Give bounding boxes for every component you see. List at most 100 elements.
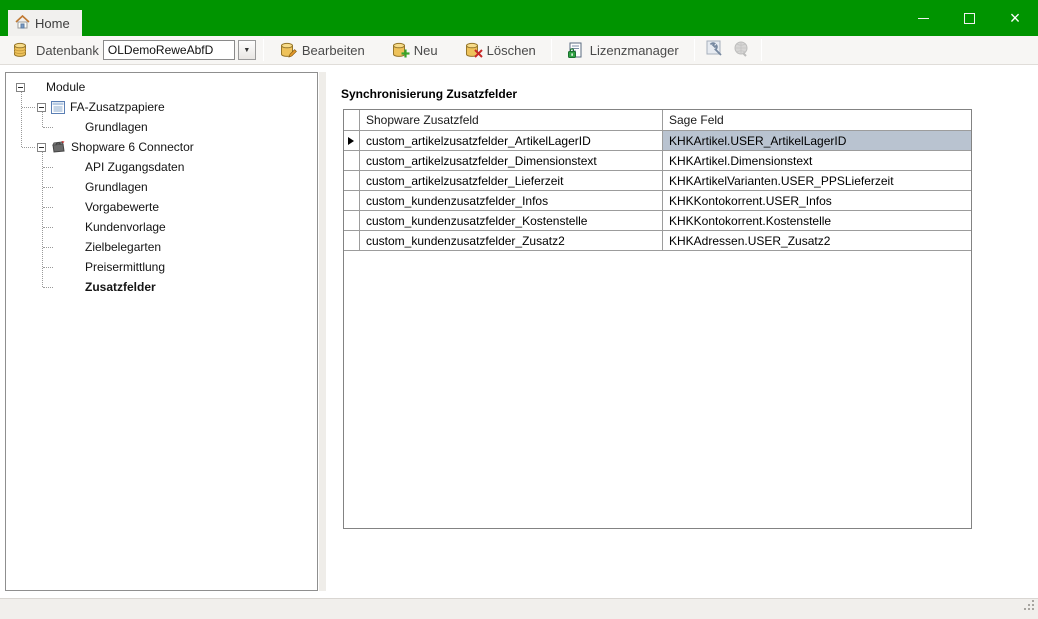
row-selector[interactable]: [344, 211, 360, 230]
cell-sage[interactable]: KHKKontokorrent.USER_Infos: [663, 191, 971, 210]
bearbeiten-label: Bearbeiten: [302, 43, 365, 58]
cell-shopware[interactable]: custom_artikelzusatzfelder_ArtikelLagerI…: [360, 131, 663, 150]
cell-shopware[interactable]: custom_kundenzusatzfelder_Zusatz2: [360, 231, 663, 250]
tab-home-label: Home: [35, 16, 70, 31]
tree-item-grundlagen-fa[interactable]: Grundlagen: [6, 117, 317, 137]
tree-item-label: Kundenvorlage: [85, 220, 166, 234]
column-header-sage[interactable]: Sage Feld: [663, 110, 971, 130]
tree-item-zielbelegarten[interactable]: Zielbelegarten: [6, 237, 317, 257]
cell-shopware[interactable]: custom_kundenzusatzfelder_Infos: [360, 191, 663, 210]
tree-item-label: API Zugangsdaten: [85, 160, 184, 174]
sync-zusatzfelder-grid: Shopware Zusatzfeld Sage Feld custom_art…: [343, 109, 972, 529]
table-row[interactable]: custom_kundenzusatzfelder_Kostenstelle K…: [344, 211, 971, 231]
row-selector-header: [344, 110, 360, 130]
tree-item-label: FA-Zusatzpapiere: [70, 100, 165, 114]
delete-x-icon: [474, 46, 483, 61]
tab-home[interactable]: Home: [8, 10, 82, 36]
collapse-minus-icon[interactable]: [37, 143, 46, 152]
lizenzmanager-label: Lizenzmanager: [590, 43, 679, 58]
collapse-minus-icon[interactable]: [37, 103, 46, 112]
tree-item-vorgabewerte[interactable]: Vorgabewerte: [6, 197, 317, 217]
table-row[interactable]: custom_kundenzusatzfelder_Zusatz2 KHKAdr…: [344, 231, 971, 251]
neu-label: Neu: [414, 43, 438, 58]
selected-row-arrow-icon: [348, 137, 354, 145]
content-area: Module FA-Zusatzpapiere Grundlagen: [0, 66, 1038, 598]
bearbeiten-button[interactable]: Bearbeiten: [271, 39, 373, 62]
cell-sage[interactable]: KHKArtikelVarianten.USER_PPSLieferzeit: [663, 171, 971, 190]
tree-item-label: Zusatzfelder: [85, 280, 156, 294]
tree-item-zusatzfelder-selected[interactable]: Zusatzfelder: [6, 277, 317, 297]
chevron-down-icon: ▼: [243, 47, 250, 54]
tree-item-label: Vorgabewerte: [85, 200, 159, 214]
module-tree-panel: Module FA-Zusatzpapiere Grundlagen: [5, 72, 318, 591]
window-controls: ×: [900, 0, 1038, 36]
datenbank-label: Datenbank: [36, 43, 99, 58]
row-selector[interactable]: [344, 191, 360, 210]
minimize-icon: [918, 18, 929, 19]
toolbar-separator: [551, 39, 552, 61]
cell-sage-selected[interactable]: KHKArtikel.USER_ArtikelLagerID: [663, 131, 971, 150]
datenbank-label-group: Datenbank: [0, 42, 99, 59]
maximize-icon: [964, 13, 975, 24]
toolbar-separator: [694, 39, 695, 61]
cell-shopware[interactable]: custom_artikelzusatzfelder_Lieferzeit: [360, 171, 663, 190]
tree-item-label: Zielbelegarten: [85, 240, 161, 254]
column-header-shopware[interactable]: Shopware Zusatzfeld: [360, 110, 663, 130]
collapse-minus-icon[interactable]: [16, 83, 25, 92]
tree-item-api-zugangsdaten[interactable]: API Zugangsdaten: [6, 157, 317, 177]
row-selector[interactable]: [344, 131, 360, 150]
tree-item-label: Grundlagen: [85, 120, 148, 134]
cell-shopware[interactable]: custom_kundenzusatzfelder_Kostenstelle: [360, 211, 663, 230]
cell-sage[interactable]: KHKKontokorrent.Kostenstelle: [663, 211, 971, 230]
page-title: Synchronisierung Zusatzfelder: [341, 87, 517, 101]
toolbar-separator: [761, 39, 762, 61]
wrench-icon: [706, 40, 724, 61]
tree-item-label: Shopware 6 Connector: [71, 140, 194, 154]
home-icon: [15, 15, 30, 32]
grid-header-row: Shopware Zusatzfeld Sage Feld: [344, 110, 971, 131]
pencil-icon: [288, 46, 298, 61]
table-row[interactable]: custom_artikelzusatzfelder_Dimensionstex…: [344, 151, 971, 171]
tree-item-grundlagen-shopware[interactable]: Grundlagen: [6, 177, 317, 197]
tree-item-label: Preisermittlung: [85, 260, 165, 274]
status-bar: [0, 598, 1038, 619]
titlebar: Home ×: [0, 0, 1038, 36]
tree-item-shopware-6-connector[interactable]: Shopware 6 Connector: [6, 137, 317, 157]
database-icon: [12, 42, 29, 59]
lizenzmanager-button[interactable]: Lizenzmanager: [559, 39, 687, 62]
table-row[interactable]: custom_kundenzusatzfelder_Infos KHKKonto…: [344, 191, 971, 211]
row-selector[interactable]: [344, 171, 360, 190]
tree-item-fa-zusatzpapiere[interactable]: FA-Zusatzpapiere: [6, 97, 317, 117]
cell-shopware[interactable]: custom_artikelzusatzfelder_Dimensionstex…: [360, 151, 663, 170]
database-add-icon: [391, 42, 408, 59]
maximize-button[interactable]: [946, 0, 992, 36]
toolbar-separator: [263, 39, 264, 61]
help-globe-button[interactable]: [728, 38, 754, 62]
panel-splitter[interactable]: [319, 72, 326, 591]
tree-item-module[interactable]: Module: [6, 77, 317, 97]
close-button[interactable]: ×: [992, 0, 1038, 36]
database-delete-icon: [464, 42, 481, 59]
loeschen-button[interactable]: Löschen: [456, 39, 544, 62]
datenbank-dropdown-button[interactable]: ▼: [238, 40, 256, 60]
row-selector[interactable]: [344, 231, 360, 250]
tree-item-label: Module: [46, 80, 85, 94]
tree-item-kundenvorlage[interactable]: Kundenvorlage: [6, 217, 317, 237]
globe-icon: [732, 40, 750, 61]
options-wrench-button[interactable]: [702, 38, 728, 62]
neu-button[interactable]: Neu: [383, 39, 446, 62]
loeschen-label: Löschen: [487, 43, 536, 58]
license-document-icon: [567, 42, 584, 59]
database-edit-icon: [279, 42, 296, 59]
cell-sage[interactable]: KHKAdressen.USER_Zusatz2: [663, 231, 971, 250]
cell-sage[interactable]: KHKArtikel.Dimensionstext: [663, 151, 971, 170]
minimize-button[interactable]: [900, 0, 946, 36]
plus-icon: [401, 46, 410, 61]
table-row[interactable]: custom_artikelzusatzfelder_Lieferzeit KH…: [344, 171, 971, 191]
resize-grip[interactable]: [1023, 599, 1036, 617]
datenbank-combobox-input[interactable]: [103, 40, 235, 60]
row-selector[interactable]: [344, 151, 360, 170]
table-row[interactable]: custom_artikelzusatzfelder_ArtikelLagerI…: [344, 131, 971, 151]
tree-item-preisermittlung[interactable]: Preisermittlung: [6, 257, 317, 277]
app-window: Home × Datenbank ▼: [0, 0, 1038, 619]
